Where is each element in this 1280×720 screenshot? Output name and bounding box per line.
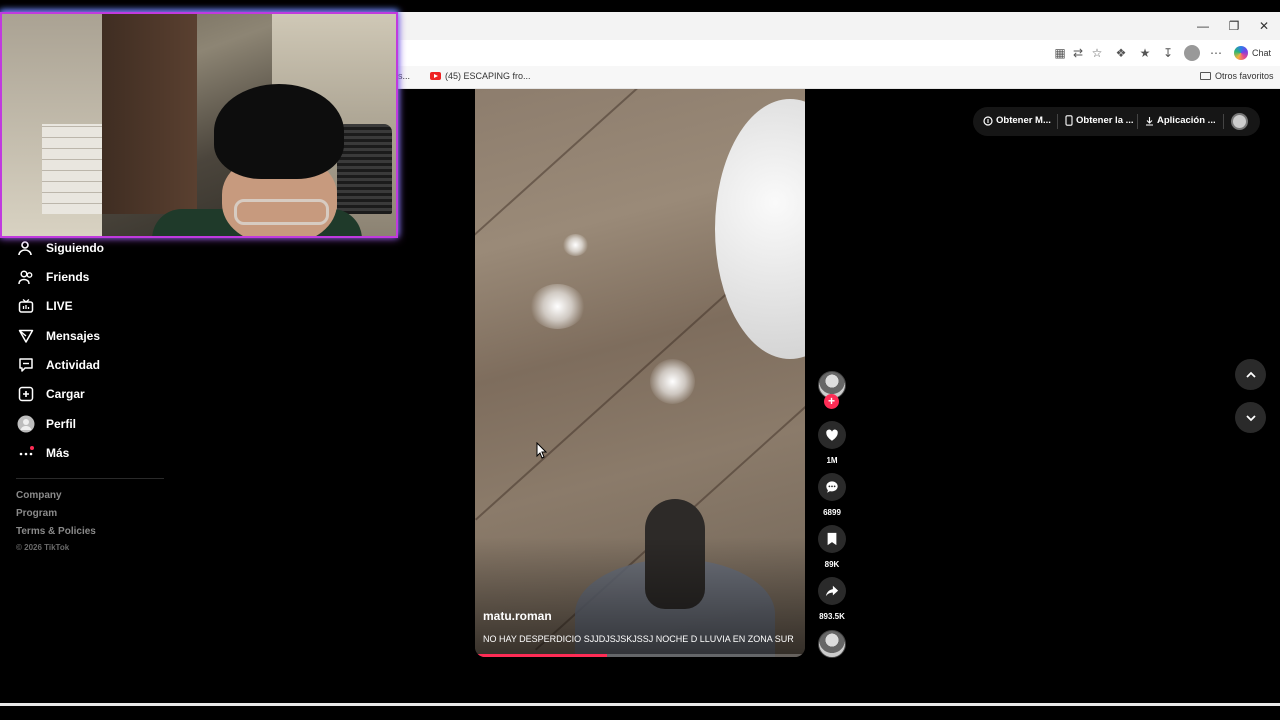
more-icon [16, 443, 36, 463]
profile-icon[interactable] [1184, 45, 1200, 61]
sidebar-item-profile[interactable]: Perfil [16, 412, 76, 436]
copilot-chat-button[interactable]: Chat [1234, 46, 1271, 60]
music-disc[interactable] [818, 630, 846, 658]
extensions-icon[interactable]: ❖ [1113, 45, 1129, 61]
top-menu: Obtener M... Obtener la ... Aplicación .… [973, 107, 1260, 136]
sidebar-divider [16, 478, 164, 479]
webcam-person-glasses [234, 199, 329, 225]
copilot-icon [1234, 46, 1248, 60]
footer-link-company[interactable]: Company [16, 490, 62, 501]
video-author[interactable]: matu.roman [483, 609, 552, 623]
sidebar-item-label: Siguiendo [46, 241, 104, 255]
video-player[interactable]: matu.roman NO HAY DESPERDICIO SJJDJSJSKJ… [475, 89, 805, 657]
activity-icon [16, 355, 36, 375]
sidebar-item-label: Cargar [46, 387, 85, 401]
desktop-app-button[interactable]: Aplicación ... [1145, 115, 1216, 126]
white-object [715, 99, 805, 359]
sidebar-item-label: Más [46, 446, 70, 460]
translate-icon[interactable]: ⇄ [1070, 45, 1086, 61]
apps-icon[interactable]: ▦ [1052, 45, 1068, 61]
screen-bottom-edge [0, 703, 1280, 706]
get-coins-button[interactable]: Obtener M... [983, 115, 1051, 126]
following-icon [16, 238, 36, 258]
profile-avatar[interactable] [1231, 113, 1248, 130]
get-app-button[interactable]: Obtener la ... [1065, 115, 1134, 126]
youtube-icon [430, 72, 441, 80]
bookmark-item[interactable]: s... [398, 71, 410, 81]
sidebar-item-label: Actividad [46, 358, 101, 372]
bookmark-item-youtube[interactable]: (45) ESCAPING fro... [430, 71, 531, 81]
copyright: © 2026 TikTok [16, 543, 70, 552]
sidebar-item-messages[interactable]: Mensajes [16, 324, 100, 348]
mouse-cursor-icon [536, 441, 548, 465]
profile-icon [16, 414, 36, 434]
menu-separator [1223, 114, 1224, 129]
close-icon[interactable]: ✕ [1249, 12, 1279, 40]
sidebar-item-label: Friends [46, 270, 90, 284]
comment-icon [826, 481, 838, 493]
heart-icon [826, 429, 838, 441]
previous-video-button[interactable] [1235, 359, 1266, 390]
sidebar-item-label: LIVE [46, 299, 73, 313]
sidebar-item-live[interactable]: LIVE [16, 294, 73, 318]
sidebar-item-activity[interactable]: Actividad [16, 353, 100, 377]
download-icon [1146, 116, 1153, 126]
light-reflection [530, 284, 585, 329]
menu-separator [1137, 114, 1138, 129]
like-button[interactable] [818, 421, 846, 449]
sidebar-item-friends[interactable]: Friends [16, 265, 89, 289]
follow-button[interactable]: + [824, 394, 839, 409]
light-reflection [563, 234, 588, 256]
webcam-door [102, 14, 197, 214]
star-icon[interactable]: ☆ [1089, 45, 1105, 61]
bookmark-icon [827, 532, 837, 546]
light-reflection [650, 359, 695, 404]
minimize-icon[interactable]: — [1188, 12, 1218, 40]
sidebar-item-upload[interactable]: Cargar [16, 382, 85, 406]
download-icon[interactable]: ↧ [1160, 45, 1176, 61]
webcam-tiles [42, 124, 107, 214]
folder-icon [1200, 72, 1211, 80]
webcam-person-hair [214, 84, 344, 179]
sidebar-item-following[interactable]: Siguiendo [16, 236, 104, 260]
coin-icon [983, 115, 993, 126]
video-progress-bar[interactable] [477, 654, 803, 657]
more-icon[interactable]: ⋯ [1208, 45, 1224, 61]
webcam-chair [337, 124, 392, 214]
share-button[interactable] [818, 577, 846, 605]
sidebar-item-label: Perfil [46, 417, 77, 431]
chevron-up-icon [1245, 371, 1256, 378]
video-progress-fill [477, 654, 608, 657]
restore-icon[interactable]: ❐ [1219, 12, 1249, 40]
live-icon [16, 296, 36, 316]
footer-link-terms[interactable]: Terms & Policies [16, 526, 96, 537]
comment-button[interactable] [818, 473, 846, 501]
save-button[interactable] [818, 525, 846, 553]
sidebar-item-label: Mensajes [46, 329, 101, 343]
copilot-label: Chat [1252, 48, 1272, 58]
favorites-icon[interactable]: ★ [1137, 45, 1153, 61]
share-icon [825, 585, 839, 597]
friends-icon [16, 267, 36, 287]
messages-icon [16, 326, 36, 346]
chevron-down-icon [1245, 414, 1256, 421]
like-count: 1M [826, 456, 838, 465]
menu-separator [1057, 114, 1058, 129]
other-favorites[interactable]: Otros favoritos [1200, 71, 1274, 81]
sidebar-item-more[interactable]: Más [16, 441, 69, 465]
video-caption: NO HAY DESPERDICIO SJJDJSJSKJSSJ NOCHE D… [483, 634, 794, 644]
save-count: 89K [824, 560, 840, 569]
footer-link-program[interactable]: Program [16, 508, 57, 519]
upload-icon [16, 384, 36, 404]
webcam-overlay [0, 12, 398, 238]
comment-count: 6899 [823, 508, 841, 517]
share-count: 893.5K [819, 612, 845, 621]
next-video-button[interactable] [1235, 402, 1266, 433]
phone-icon [1065, 115, 1073, 126]
